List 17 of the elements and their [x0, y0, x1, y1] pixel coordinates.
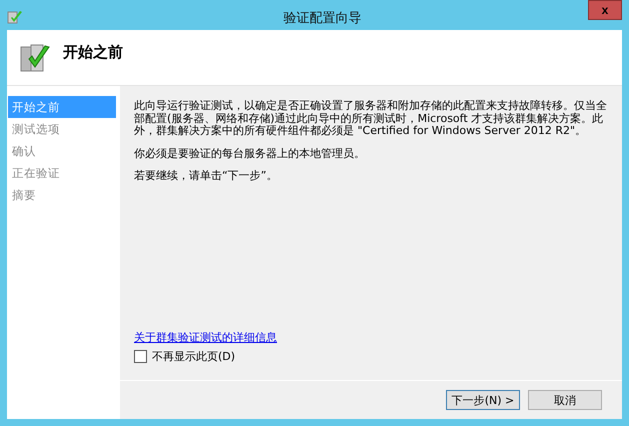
checkbox[interactable]	[134, 350, 147, 363]
step-item[interactable]: 测试选项	[8, 118, 116, 140]
close-button[interactable]: x	[588, 0, 622, 20]
step-item[interactable]: 摘要	[8, 184, 116, 206]
cancel-button[interactable]: 取消	[528, 390, 602, 410]
checkbox-label: 不再显示此页(D)	[152, 349, 236, 364]
help-link[interactable]: 关于群集验证测试的详细信息	[134, 330, 277, 345]
step-item[interactable]: 确认	[8, 140, 116, 162]
body-text: 此向导运行验证测试，以确定是否正确设置了服务器和附加存储的此配置来支持故障转移。仅当全部配置(服务器、网络和存储)通过此向导中的所有测试时，Microsoft 才支持该群集解决方案。此外，群集解决方案中的所有硬件组件都必须是 "Certified for Windows Server 2012 R2"。	[134, 100, 608, 138]
step-item[interactable]: 开始之前	[8, 96, 116, 118]
app-icon	[7, 9, 23, 25]
next-button[interactable]: 下一步(N) >	[446, 390, 520, 410]
body-text: 你必须是要验证的每台服务器上的本地管理员。	[134, 148, 366, 160]
page-title: 开始之前	[63, 43, 123, 62]
body-text: 若要继续，请单击“下一步”。	[134, 170, 278, 182]
step-item[interactable]: 正在验证	[8, 162, 116, 184]
window-title: 验证配置向导	[284, 10, 362, 27]
